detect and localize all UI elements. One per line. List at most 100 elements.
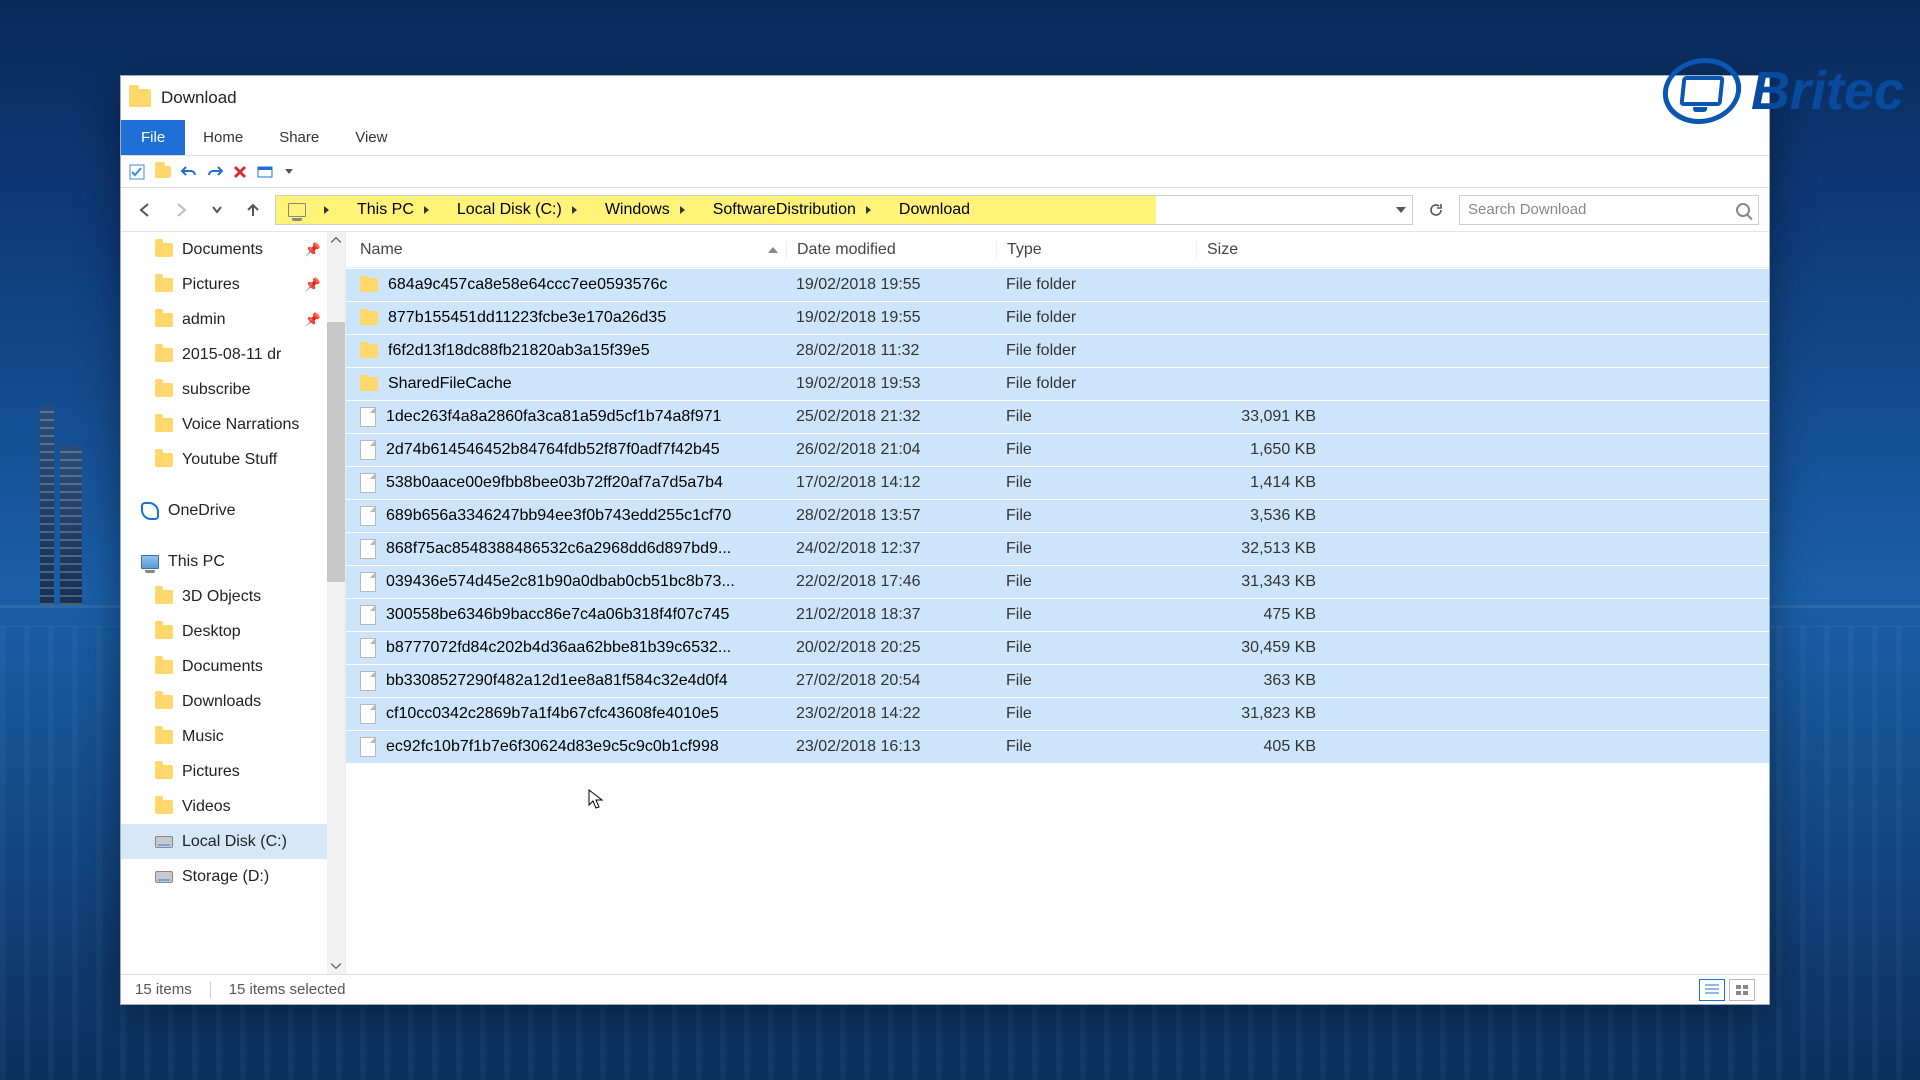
back-button[interactable] (131, 196, 159, 224)
table-row[interactable]: 868f75ac8548388486532c6a2968dd6d897bd9..… (346, 532, 1769, 565)
folder-icon[interactable] (155, 166, 171, 178)
file-date: 20/02/2018 20:25 (786, 639, 996, 657)
nav-this-pc[interactable]: This PC (121, 544, 345, 579)
file-icon (360, 605, 376, 625)
scroll-up-icon[interactable] (330, 234, 342, 246)
nav-quick-item[interactable]: Pictures📌 (121, 267, 345, 302)
tab-view[interactable]: View (337, 120, 405, 155)
file-list[interactable]: 684a9c457ca8e58e64ccc7ee0593576c19/02/20… (346, 268, 1769, 974)
title-bar[interactable]: Download (121, 76, 1769, 120)
address-history-icon[interactable] (1396, 207, 1406, 213)
table-row[interactable]: 300558be6346b9bacc86e7c4a06b318f4f07c745… (346, 598, 1769, 631)
file-name: f6f2d13f18dc88fb21820ab3a15f39e5 (388, 342, 650, 360)
folder-icon (155, 313, 173, 327)
nav-thispc-item[interactable]: Videos (121, 789, 345, 824)
tab-home[interactable]: Home (185, 120, 261, 155)
nav-thispc-item[interactable]: Downloads (121, 684, 345, 719)
file-date: 19/02/2018 19:55 (786, 276, 996, 294)
nav-quick-item[interactable]: subscribe (121, 372, 345, 407)
column-headers: Name Date modified Type Size (346, 232, 1769, 268)
table-row[interactable]: bb3308527290f482a12d1ee8a81f584c32e4d0f4… (346, 664, 1769, 697)
large-icons-view-button[interactable] (1729, 979, 1755, 1001)
table-row[interactable]: 684a9c457ca8e58e64ccc7ee0593576c19/02/20… (346, 268, 1769, 301)
search-icon (1736, 203, 1750, 217)
table-row[interactable]: SharedFileCache19/02/2018 19:53File fold… (346, 367, 1769, 400)
table-row[interactable]: b8777072fd84c202b4d36aa62bbe81b39c6532..… (346, 631, 1769, 664)
nav-thispc-item[interactable]: 3D Objects (121, 579, 345, 614)
file-type: File (996, 639, 1196, 657)
file-icon (360, 572, 376, 592)
scroll-down-icon[interactable] (330, 960, 342, 972)
folder-icon (155, 765, 173, 779)
pc-icon (288, 203, 306, 217)
crumb-download[interactable]: Download (899, 201, 970, 219)
nav-thispc-item[interactable]: Desktop (121, 614, 345, 649)
file-icon (360, 506, 376, 526)
header-type[interactable]: Type (996, 241, 1196, 259)
crumb-softwaredistribution[interactable]: SoftwareDistribution (713, 201, 856, 219)
file-type: File (996, 606, 1196, 624)
header-size[interactable]: Size (1196, 241, 1326, 259)
nav-thispc-item[interactable]: Pictures (121, 754, 345, 789)
file-name: 877b155451dd11223fcbe3e170a26d35 (388, 309, 666, 327)
table-row[interactable]: 039436e574d45e2c81b90a0dbab0cb51bc8b73..… (346, 565, 1769, 598)
table-row[interactable]: ec92fc10b7f1b7e6f30624d83e9c5c9c0b1cf998… (346, 730, 1769, 763)
file-date: 19/02/2018 19:55 (786, 309, 996, 327)
header-date-modified[interactable]: Date modified (786, 241, 996, 259)
file-icon (360, 638, 376, 658)
crumb-this-pc[interactable]: This PC (357, 201, 414, 219)
folder-icon (155, 453, 173, 467)
file-name: cf10cc0342c2869b7a1f4b67cfc43608fe4010e5 (386, 705, 719, 723)
folder-icon (360, 344, 378, 358)
checkbox-icon[interactable] (129, 164, 145, 180)
nav-quick-item[interactable]: admin📌 (121, 302, 345, 337)
refresh-button[interactable] (1421, 195, 1451, 225)
nav-onedrive[interactable]: OneDrive (121, 493, 345, 528)
redo-icon[interactable] (207, 164, 223, 180)
tab-share[interactable]: Share (261, 120, 337, 155)
delete-icon[interactable] (233, 165, 247, 179)
file-icon (360, 440, 376, 460)
table-row[interactable]: 689b656a3346247bb94ee3f0b743edd255c1cf70… (346, 499, 1769, 532)
undo-icon[interactable] (181, 164, 197, 180)
sort-asc-icon (768, 247, 778, 253)
file-icon (360, 671, 376, 691)
table-row[interactable]: cf10cc0342c2869b7a1f4b67cfc43608fe4010e5… (346, 697, 1769, 730)
qat-customize-icon[interactable] (285, 169, 293, 174)
up-button[interactable] (239, 196, 267, 224)
folder-icon (155, 348, 173, 362)
nav-thispc-item[interactable]: Music (121, 719, 345, 754)
search-input[interactable]: Search Download (1459, 195, 1759, 225)
details-view-button[interactable] (1699, 979, 1725, 1001)
table-row[interactable]: f6f2d13f18dc88fb21820ab3a15f39e528/02/20… (346, 334, 1769, 367)
nav-quick-item[interactable]: Voice Narrations (121, 407, 345, 442)
nav-scrollbar-thumb[interactable] (327, 322, 345, 582)
crumb-local-disk-c[interactable]: Local Disk (C:) (457, 201, 562, 219)
nav-thispc-item[interactable]: Storage (D:) (121, 859, 345, 894)
file-name: b8777072fd84c202b4d36aa62bbe81b39c6532..… (386, 639, 731, 657)
table-row[interactable]: 877b155451dd11223fcbe3e170a26d35 19/02/20… (346, 301, 1769, 334)
nav-quick-item[interactable]: Documents📌 (121, 232, 345, 267)
file-type: File (996, 738, 1196, 756)
forward-button[interactable] (167, 196, 195, 224)
file-name: 300558be6346b9bacc86e7c4a06b318f4f07c745 (386, 606, 729, 624)
pc-icon (141, 555, 159, 569)
file-type: File (996, 573, 1196, 591)
nav-thispc-item[interactable]: Local Disk (C:) (121, 824, 345, 859)
nav-quick-item[interactable]: Youtube Stuff (121, 442, 345, 477)
nav-thispc-item[interactable]: Documents (121, 649, 345, 684)
file-name: ec92fc10b7f1b7e6f30624d83e9c5c9c0b1cf998 (386, 738, 719, 756)
nav-quick-item[interactable]: 2015-08-11 dr (121, 337, 345, 372)
table-row[interactable]: 2d74b614546452b84764fdb52f87f0adf7f42b45… (346, 433, 1769, 466)
tab-file[interactable]: File (121, 120, 185, 155)
table-row[interactable]: 538b0aace00e9fbb8bee03b72ff20af7a7d5a7b4… (346, 466, 1769, 499)
header-name[interactable]: Name (346, 241, 786, 259)
address-bar[interactable]: This PC Local Disk (C:) Windows Software… (275, 195, 1413, 225)
folder-icon (155, 418, 173, 432)
file-type: File (996, 672, 1196, 690)
properties-icon[interactable] (257, 164, 273, 180)
recent-locations-button[interactable] (203, 196, 231, 224)
crumb-windows[interactable]: Windows (605, 201, 670, 219)
table-row[interactable]: 1dec263f4a8a2860fa3ca81a59d5cf1b74a8f971… (346, 400, 1769, 433)
file-icon (360, 473, 376, 493)
